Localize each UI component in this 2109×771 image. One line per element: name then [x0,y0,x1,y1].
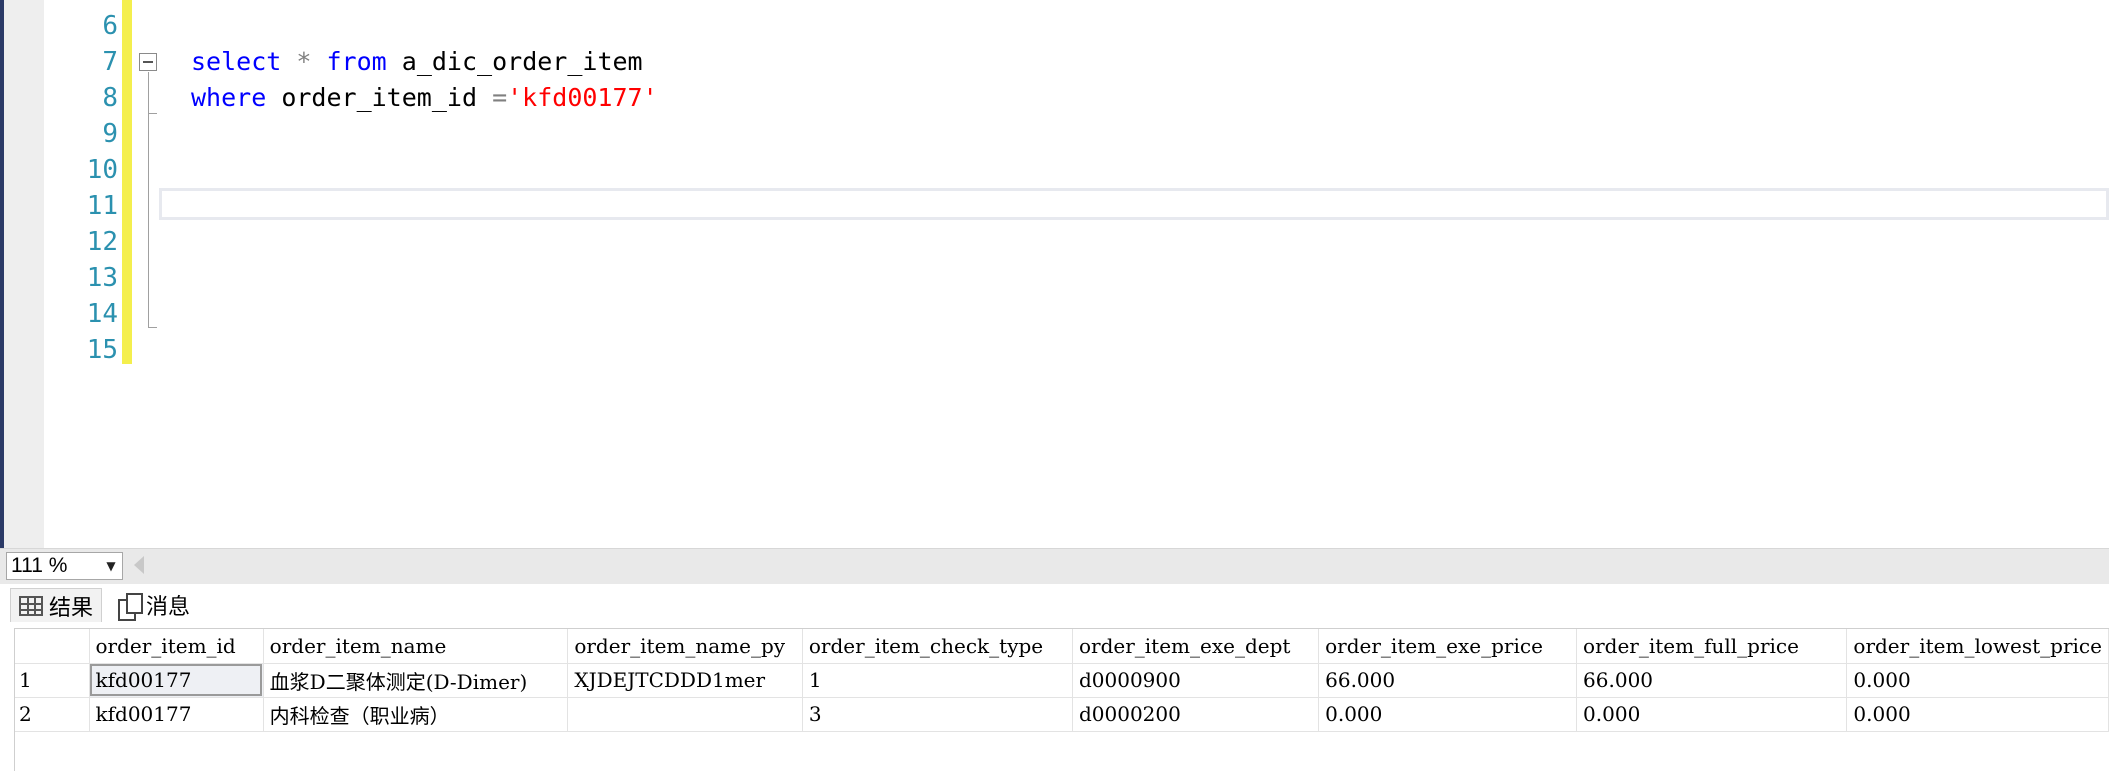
line-number: 7 [102,47,118,77]
table-cell[interactable]: 3 [802,697,1073,732]
line-number: 15 [86,335,118,365]
string-literal: 'kfd00177' [507,83,658,112]
fold-guide-tick [148,327,157,328]
row-number[interactable]: 2 [15,697,90,732]
zoom-dropdown[interactable]: 111 % ▼ [6,552,123,580]
keyword-select: select [191,47,282,76]
table-cell[interactable]: d0000900 [1072,663,1320,698]
line-number: 11 [86,191,118,221]
table-cell[interactable]: 0.000 [1846,663,2109,698]
line-number: 8 [102,83,118,113]
selection-margin [4,0,44,548]
column-header[interactable]: order_item_name_py [567,629,803,664]
table-cell[interactable]: 内科检查（职业病） [263,697,569,732]
table-cell[interactable]: 0.000 [1318,697,1578,732]
zoom-level: 111 % [11,554,68,577]
table-cell[interactable] [567,697,803,732]
line-number: 10 [86,155,118,185]
results-table: order_item_id order_item_name order_item… [15,629,2109,732]
line-number: 14 [86,299,118,329]
star-operator: * [296,47,312,76]
column-header[interactable]: order_item_id [89,629,264,664]
keyword-from: from [326,47,387,76]
header-row: order_item_id order_item_name order_item… [15,629,2109,664]
editor-status-bar [0,548,2109,584]
tab-messages-label: 消息 [146,595,191,620]
current-line-highlight [159,188,2109,220]
collapse-icon[interactable] [139,53,157,71]
column-name: order_item_id [281,83,477,112]
column-header[interactable]: order_item_full_price [1576,629,1848,664]
code-line-8[interactable]: where order_item_id ='kfd00177' [191,80,658,116]
table-cell[interactable]: kfd00177 [89,697,264,732]
line-number: 13 [86,263,118,293]
column-header[interactable]: order_item_name [263,629,569,664]
results-grid[interactable]: order_item_id order_item_name order_item… [14,628,2109,771]
table-name: a_dic_order_item [401,47,643,76]
results-tab-strip [0,585,2109,623]
equals-operator: = [492,83,508,112]
tab-messages[interactable]: 消息 [110,588,198,622]
table-cell[interactable]: d0000200 [1072,697,1320,732]
change-tracking-bar [122,0,132,364]
column-header[interactable]: order_item_lowest_price [1846,629,2109,664]
column-header[interactable]: order_item_exe_price [1318,629,1578,664]
keyword-where: where [191,83,267,112]
table-row[interactable]: 2 kfd00177 内科检查（职业病） 3 d0000200 0.000 0.… [15,697,2109,732]
grid-icon [19,595,43,616]
line-number: 6 [102,11,118,41]
table-cell[interactable]: 1 [802,663,1073,698]
line-number: 9 [102,119,118,149]
table-cell[interactable]: 0.000 [1576,697,1848,732]
table-cell[interactable]: 66.000 [1576,663,1848,698]
table-cell[interactable]: kfd00177 [89,663,264,698]
line-number: 12 [86,227,118,257]
table-cell[interactable]: 66.000 [1318,663,1578,698]
code-line-7[interactable]: select * from a_dic_order_item [191,44,643,80]
fold-guide-line [148,72,149,328]
table-cell[interactable]: XJDEJTCDDD1mer [567,663,803,698]
table-cell[interactable]: 0.000 [1846,697,2109,732]
row-number[interactable]: 1 [15,663,90,698]
fold-guide-tick [148,113,157,114]
chevron-down-icon[interactable]: ▼ [100,553,122,579]
column-header[interactable] [15,629,90,664]
table-row[interactable]: 1 kfd00177 血浆D二聚体测定(D-Dimer) XJDEJTCDDD1… [15,663,2109,698]
tab-results[interactable]: 结果 [10,588,103,622]
messages-icon [118,593,143,621]
column-header[interactable]: order_item_exe_dept [1072,629,1320,664]
table-cell[interactable]: 血浆D二聚体测定(D-Dimer) [263,663,569,698]
column-header[interactable]: order_item_check_type [802,629,1073,664]
scroll-left-arrow-icon[interactable] [134,556,144,574]
tab-results-label: 结果 [49,595,94,621]
